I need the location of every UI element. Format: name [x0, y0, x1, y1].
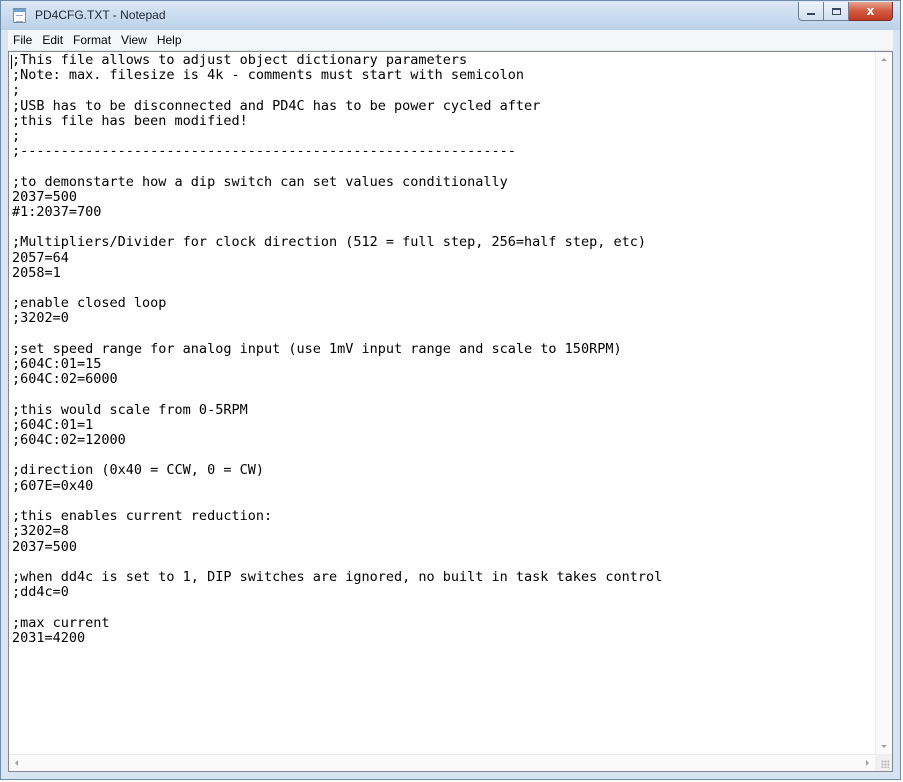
- minimize-button[interactable]: [798, 2, 824, 21]
- scroll-right-icon[interactable]: [866, 760, 869, 766]
- document-text[interactable]: ;This file allows to adjust object dicti…: [12, 53, 872, 751]
- menu-format[interactable]: Format: [68, 30, 116, 50]
- scroll-down-icon[interactable]: [881, 745, 887, 748]
- vertical-scrollbar[interactable]: [875, 52, 892, 754]
- scroll-left-icon[interactable]: [15, 760, 18, 766]
- horizontal-scrollbar[interactable]: [9, 754, 875, 771]
- close-icon: x: [866, 4, 875, 18]
- notepad-window: PD4CFG.TXT - Notepad x File Edit Format …: [0, 0, 901, 780]
- menu-edit[interactable]: Edit: [37, 30, 68, 50]
- scroll-up-icon[interactable]: [881, 58, 887, 61]
- menu-bar: File Edit Format View Help: [8, 30, 893, 51]
- maximize-button[interactable]: [824, 2, 849, 21]
- maximize-icon: [831, 7, 841, 15]
- window-title: PD4CFG.TXT - Notepad: [35, 8, 166, 22]
- resize-grip-icon: [881, 760, 889, 768]
- notepad-icon[interactable]: [13, 8, 26, 23]
- close-button[interactable]: x: [849, 2, 893, 21]
- title-bar[interactable]: PD4CFG.TXT - Notepad x: [1, 1, 900, 30]
- resize-grip[interactable]: [875, 754, 892, 771]
- minimize-icon: [807, 13, 815, 15]
- text-editor[interactable]: ;This file allows to adjust object dicti…: [8, 51, 893, 772]
- menu-help[interactable]: Help: [152, 30, 187, 50]
- caption-buttons: x: [798, 2, 893, 22]
- menu-view[interactable]: View: [116, 30, 152, 50]
- menu-file[interactable]: File: [8, 30, 37, 50]
- text-caret: [11, 55, 12, 69]
